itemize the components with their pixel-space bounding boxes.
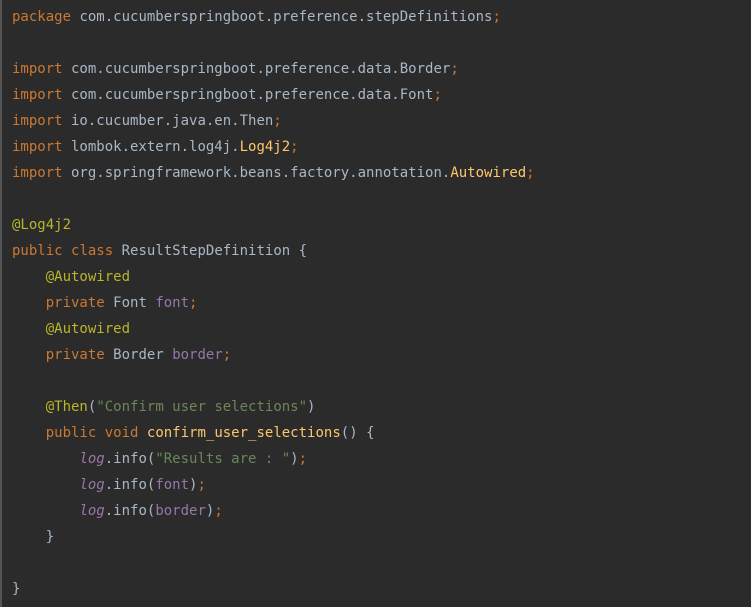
annotation-autowired: @Autowired <box>46 269 130 285</box>
code-line: private Border border; <box>12 342 741 368</box>
semicolon: ; <box>299 451 307 467</box>
close-brace: } <box>46 529 54 545</box>
code-line: import lombok.extern.log4j.Log4j2; <box>12 134 741 160</box>
space <box>358 425 366 441</box>
code-line: public class ResultStepDefinition { <box>12 238 741 264</box>
import-path-prefix: org.springframework.beans.factory.annota… <box>63 165 451 181</box>
semicolon: ; <box>214 503 222 519</box>
info-call: .info( <box>105 451 156 467</box>
import-path: com.cucumberspringboot.preference.data.F… <box>63 87 434 103</box>
import-class: Autowired <box>450 165 526 181</box>
keyword-import: import <box>12 87 63 103</box>
code-line: log.info(font); <box>12 472 741 498</box>
field-font: font <box>155 295 189 311</box>
space <box>105 347 113 363</box>
annotation-then: @Then <box>46 399 88 415</box>
keyword-import: import <box>12 165 63 181</box>
log-variable: log <box>79 451 104 467</box>
keyword-public: public <box>12 243 63 259</box>
space <box>63 243 71 259</box>
close-brace: } <box>12 581 20 597</box>
then-string: "Confirm user selections" <box>96 399 307 415</box>
semicolon: ; <box>492 9 500 25</box>
semicolon: ; <box>450 61 458 77</box>
code-line: import io.cucumber.java.en.Then; <box>12 108 741 134</box>
open-brace: { <box>299 243 307 259</box>
code-line: package com.cucumberspringboot.preferenc… <box>12 4 741 30</box>
space <box>113 243 121 259</box>
keyword-import: import <box>12 61 63 77</box>
code-line: log.info(border); <box>12 498 741 524</box>
results-string: "Results are : " <box>155 451 290 467</box>
field-border-ref: border <box>155 503 206 519</box>
import-path: io.cucumber.java.en.Then <box>63 113 274 129</box>
annotation-autowired: @Autowired <box>46 321 130 337</box>
semicolon: ; <box>526 165 534 181</box>
semicolon: ; <box>223 347 231 363</box>
keyword-void: void <box>105 425 139 441</box>
code-line: import com.cucumberspringboot.preference… <box>12 82 741 108</box>
space <box>138 425 146 441</box>
code-line: public void confirm_user_selections() { <box>12 420 741 446</box>
code-line-blank <box>12 550 741 576</box>
keyword-package: package <box>12 9 71 25</box>
code-line-blank <box>12 186 741 212</box>
method-name: confirm_user_selections <box>147 425 341 441</box>
code-line: @Then("Confirm user selections") <box>12 394 741 420</box>
keyword-class: class <box>71 243 113 259</box>
code-line: log.info("Results are : "); <box>12 446 741 472</box>
keyword-private: private <box>46 295 105 311</box>
space <box>96 425 104 441</box>
code-line: } <box>12 576 741 602</box>
type-font: Font <box>113 295 147 311</box>
info-call: .info( <box>105 477 156 493</box>
keyword-import: import <box>12 139 63 155</box>
import-path-prefix: lombok.extern.log4j. <box>63 139 240 155</box>
keyword-public: public <box>46 425 97 441</box>
semicolon: ; <box>273 113 281 129</box>
field-font-ref: font <box>155 477 189 493</box>
code-line: } <box>12 524 741 550</box>
space <box>290 243 298 259</box>
code-line-blank <box>12 368 741 394</box>
info-call: .info( <box>105 503 156 519</box>
type-border: Border <box>113 347 164 363</box>
code-line: import com.cucumberspringboot.preference… <box>12 56 741 82</box>
space <box>164 347 172 363</box>
keyword-private: private <box>46 347 105 363</box>
semicolon: ; <box>433 87 441 103</box>
import-class: Log4j2 <box>240 139 291 155</box>
open-brace: { <box>366 425 374 441</box>
code-line: @Autowired <box>12 264 741 290</box>
annotation-log4j2: @Log4j2 <box>12 217 71 233</box>
keyword-import: import <box>12 113 63 129</box>
semicolon: ; <box>189 295 197 311</box>
code-line: import org.springframework.beans.factory… <box>12 160 741 186</box>
code-line: @Log4j2 <box>12 212 741 238</box>
close-paren: ) <box>290 451 298 467</box>
code-line: @Autowired <box>12 316 741 342</box>
class-name: ResultStepDefinition <box>122 243 291 259</box>
close-paren: ) <box>307 399 315 415</box>
semicolon: ; <box>290 139 298 155</box>
semicolon: ; <box>197 477 205 493</box>
log-variable: log <box>79 477 104 493</box>
log-variable: log <box>79 503 104 519</box>
code-editor[interactable]: package com.cucumberspringboot.preferenc… <box>12 4 741 602</box>
package-path: com.cucumberspringboot.preference.stepDe… <box>71 9 492 25</box>
space <box>105 295 113 311</box>
code-line: private Font font; <box>12 290 741 316</box>
import-path: com.cucumberspringboot.preference.data.B… <box>63 61 451 77</box>
empty-parens: () <box>341 425 358 441</box>
code-line-blank <box>12 30 741 56</box>
field-border: border <box>172 347 223 363</box>
